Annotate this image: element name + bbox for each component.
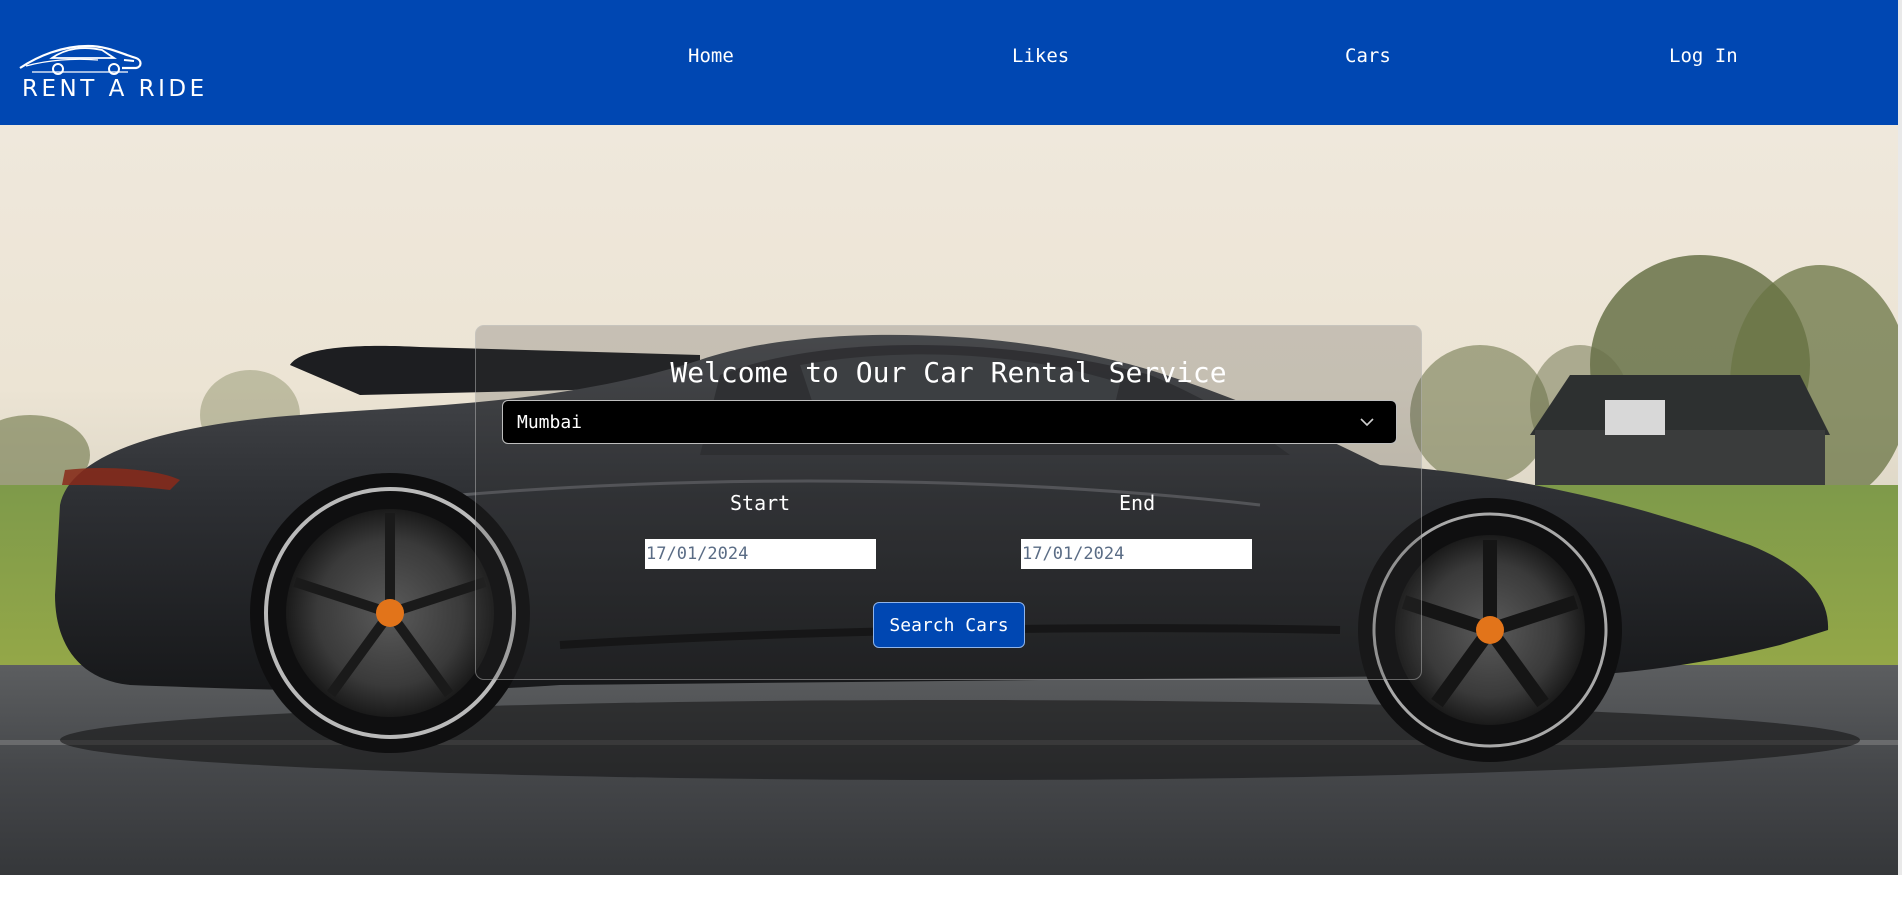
hero-section: Welcome to Our Car Rental Service Mumbai… (0, 125, 1898, 875)
end-date-input[interactable] (1021, 539, 1252, 569)
nav-cars[interactable]: Cars (1345, 45, 1391, 67)
brand-logo[interactable]: RENT A RIDE (18, 36, 223, 102)
city-select[interactable]: Mumbai (502, 400, 1397, 444)
page-scroll-edge (1898, 0, 1902, 875)
start-date-input[interactable] (645, 539, 876, 569)
page-title: Welcome to Our Car Rental Service (670, 356, 1227, 389)
car-icon (19, 44, 142, 75)
end-date-label: End (1119, 491, 1156, 515)
chevron-down-icon (1360, 418, 1374, 427)
brand-name: RENT A RIDE (22, 76, 208, 102)
search-panel: Welcome to Our Car Rental Service Mumbai… (475, 325, 1422, 680)
start-date-label: Start (730, 491, 791, 515)
nav-likes[interactable]: Likes (1012, 45, 1069, 67)
nav-home[interactable]: Home (688, 45, 734, 67)
search-cars-button[interactable]: Search Cars (873, 602, 1025, 648)
navbar: RENT A RIDE Home Likes Cars Log In (0, 0, 1898, 125)
city-select-value: Mumbai (517, 412, 583, 433)
nav-login[interactable]: Log In (1669, 45, 1738, 67)
